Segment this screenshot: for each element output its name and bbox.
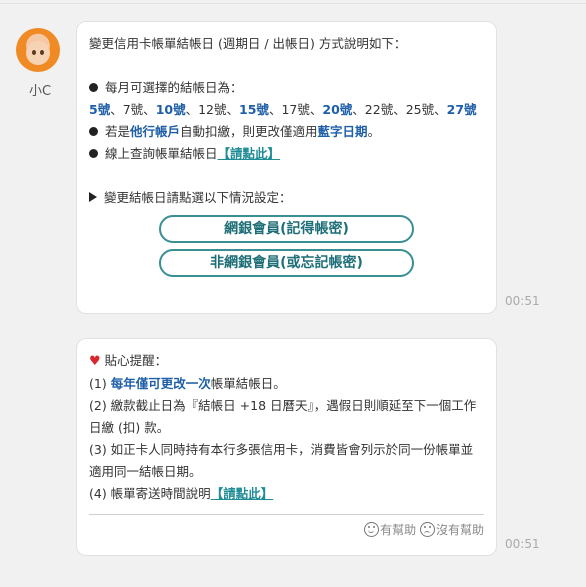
tip-1: (1) 每年僅可更改一次帳單結帳日。: [89, 373, 484, 395]
bot-name: 小C: [28, 84, 52, 99]
days-label-row: 每月可選擇的結帳日為：: [89, 77, 484, 99]
closing-days-list: 5號、7號、10號、12號、15號、17號、20號、22號、25號、27號: [89, 99, 484, 121]
tips-title: 貼心提醒：: [104, 353, 168, 368]
closing-day: 12號: [198, 102, 227, 117]
tip-3: (3) 如正卡人同時持有本行多張信用卡，消費皆會列示於同一份帳單並適用同一結帳日…: [89, 442, 474, 479]
separator: 、: [434, 102, 447, 117]
separator: 、: [309, 102, 323, 117]
closing-day: 20號: [322, 102, 353, 117]
separator: 、: [143, 102, 156, 117]
message-time: 00:51: [505, 294, 540, 308]
choose-text: 變更結帳日請點選以下情況設定：: [104, 190, 292, 205]
note-mid: 自動扣繳，則更改僅適用: [180, 124, 318, 139]
intro-text: 變更信用卡帳單結帳日 (週期日 / 出帳日) 方式說明如下：: [89, 36, 407, 51]
closing-day: 22號: [364, 102, 394, 117]
non-ebank-member-button[interactable]: 非網銀會員(或忘記帳密): [159, 249, 414, 277]
triangle-right-icon: [89, 192, 97, 202]
not-helpful-button[interactable]: 沒有幫助: [419, 522, 484, 537]
note-highlight-blue-date: 藍字日期: [317, 124, 368, 139]
days-label: 每月可選擇的結帳日為：: [105, 80, 243, 95]
note-pre: 若是: [105, 124, 131, 139]
helpful-button[interactable]: 有幫助: [364, 522, 417, 537]
bullet-icon: [89, 127, 98, 136]
tips-title-row: ♥ 貼心提醒：: [89, 350, 484, 373]
chat-bubble-tips: ♥ 貼心提醒： (1) 每年僅可更改一次帳單結帳日。 (2) 繳款截止日為『結帳日…: [76, 338, 497, 556]
closing-day: 17號: [281, 102, 310, 117]
separator: 、: [268, 102, 282, 117]
smile-icon: [364, 522, 380, 537]
online-query-text: 線上查詢帳單結帳日: [105, 146, 218, 161]
tip-1-post: 帳單結帳日。: [210, 376, 286, 391]
not-helpful-label: 沒有幫助: [435, 523, 484, 537]
note-post: 。: [367, 124, 381, 139]
tip-2: (2) 繳款截止日為『結帳日 +18 日曆天』，遇假日則順延至下一個工作日繳 (…: [89, 398, 477, 435]
online-query-row: 線上查詢帳單結帳日【請點此】: [89, 143, 484, 165]
bullet-icon: [89, 149, 98, 158]
separator: 、: [110, 102, 123, 117]
tip-4-text: (4) 帳單寄送時間說明: [89, 486, 211, 501]
closing-day: 27號: [446, 102, 477, 117]
feedback-row: 有幫助 沒有幫助: [89, 519, 484, 541]
tip-4: (4) 帳單寄送時間說明【請點此】: [89, 483, 484, 505]
girl-avatar-icon: [16, 28, 60, 72]
closing-day: 10號: [155, 102, 186, 117]
bullet-icon: [89, 83, 98, 92]
frown-icon: [419, 522, 435, 537]
top-divider: [0, 3, 586, 4]
message-time: 00:51: [505, 537, 540, 551]
closing-day: 25號: [405, 102, 435, 117]
tip-1-pre: (1): [89, 376, 111, 391]
ebank-member-button[interactable]: 網銀會員(記得帳密): [159, 215, 414, 243]
tip-1-highlight: 每年僅可更改一次: [110, 376, 211, 391]
choose-row: 變更結帳日請點選以下情況設定：: [89, 187, 484, 209]
other-bank-note: 若是他行帳戶自動扣繳，則更改僅適用藍字日期。: [89, 121, 484, 143]
separator: 、: [352, 102, 365, 117]
closing-day: 5號: [89, 102, 111, 117]
chat-bubble-closing-date: 變更信用卡帳單結帳日 (週期日 / 出帳日) 方式說明如下： 每月可選擇的結帳日…: [76, 21, 497, 314]
separator: 、: [226, 102, 240, 117]
closing-day: 15號: [239, 102, 269, 117]
separator: 、: [393, 102, 406, 117]
heart-icon: ♥: [89, 354, 101, 369]
closing-day: 7號: [122, 102, 144, 117]
feedback-divider: [89, 514, 484, 515]
online-query-link[interactable]: 【請點此】: [218, 146, 281, 161]
mail-schedule-link[interactable]: 【請點此】: [211, 486, 274, 501]
note-highlight-other-account: 他行帳戶: [130, 124, 181, 139]
helpful-label: 有幫助: [380, 523, 417, 537]
separator: 、: [185, 102, 199, 117]
